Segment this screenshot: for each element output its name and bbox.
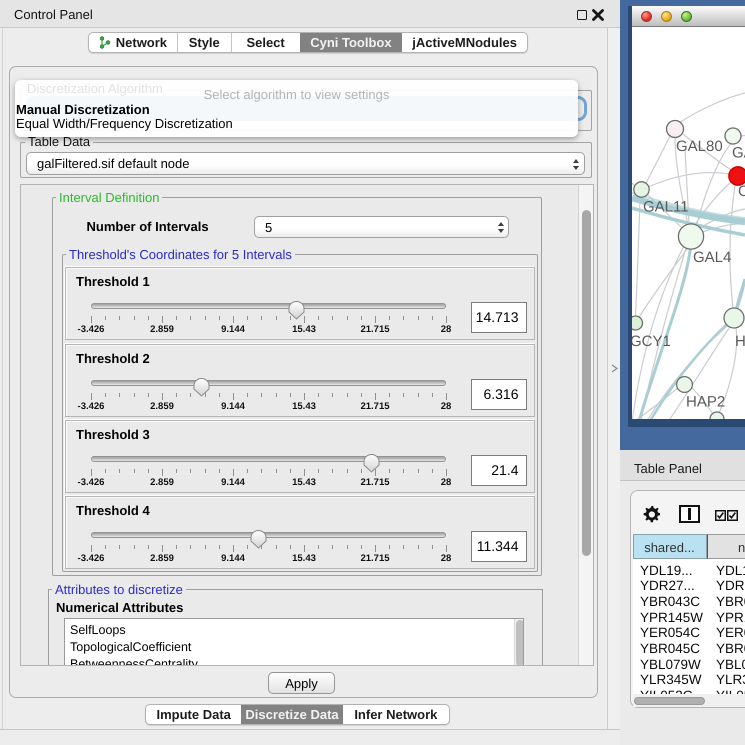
svg-text:GA: GA [732, 145, 745, 162]
svg-text:HAP2: HAP2 [686, 394, 725, 411]
svg-text:GAL80: GAL80 [676, 138, 723, 155]
svg-text:GAL11: GAL11 [643, 199, 689, 216]
svg-text:GAL4: GAL4 [693, 249, 731, 266]
svg-text:GCY1: GCY1 [632, 333, 671, 350]
svg-text:C: C [738, 183, 745, 200]
svg-text:H: H [735, 333, 745, 350]
